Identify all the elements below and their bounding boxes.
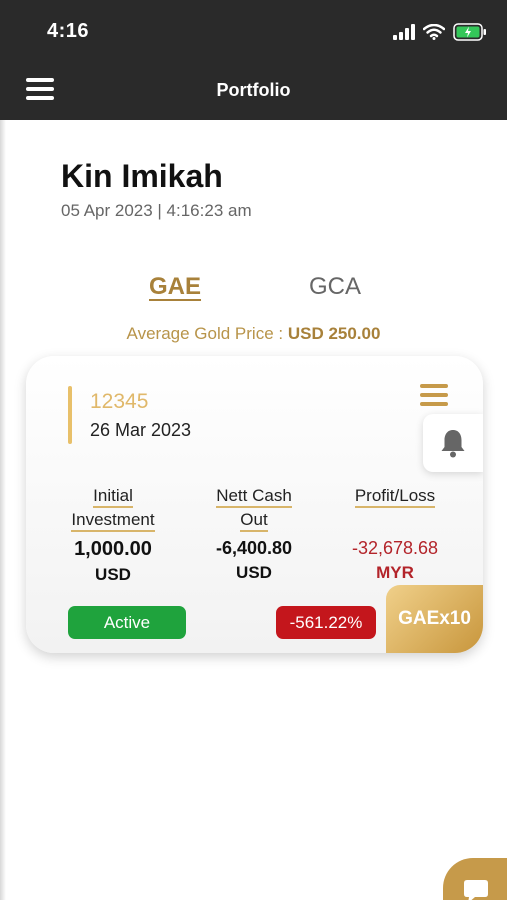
card-accent-bar — [68, 386, 72, 444]
card-menu-icon[interactable] — [420, 384, 450, 406]
percent-badge: -561.22% — [276, 606, 376, 639]
tab-gca[interactable]: GCA — [309, 273, 361, 301]
profit-loss-currency: MYR — [376, 563, 414, 582]
initial-investment-label-1: Initial — [93, 485, 133, 508]
profit-loss-label: Profit/Loss — [354, 485, 436, 508]
status-time: 4:16 — [47, 20, 90, 42]
initial-investment-value: 1,000.00 — [74, 538, 152, 560]
status-active-button[interactable]: Active — [68, 606, 186, 639]
nett-cash-out-label-1: Nett Cash — [216, 485, 292, 508]
user-name: Kin Imikah — [61, 158, 223, 194]
nett-cash-out: Nett Cash Out -6,400.80 USD — [194, 484, 314, 583]
nett-cash-out-label-2: Out — [240, 509, 268, 532]
nett-cash-out-value: -6,400.80 — [215, 538, 293, 558]
wifi-icon — [423, 24, 445, 40]
left-edge — [0, 120, 6, 900]
bell-icon — [441, 430, 465, 458]
chat-button[interactable] — [443, 858, 507, 900]
average-price-value: USD 250.00 — [287, 324, 381, 343]
average-price-label: Average Gold Price : — [126, 324, 284, 343]
initial-investment-currency: USD — [95, 565, 131, 584]
profit-loss: Profit/Loss -32,678.68 MYR — [335, 484, 455, 583]
status-icons — [393, 22, 487, 42]
top-bar: 4:16 Portfolio — [0, 0, 507, 120]
battery-icon — [453, 23, 486, 41]
bell-button[interactable] — [423, 414, 483, 472]
chat-icon — [464, 880, 488, 900]
account-date: 26 Mar 2023 — [90, 420, 192, 440]
page-title: Portfolio — [216, 80, 291, 100]
account-number: 12345 — [90, 390, 149, 413]
product-tag: GAEx10 — [386, 585, 483, 653]
tab-gae[interactable]: GAE — [149, 273, 201, 301]
signal-icon — [393, 24, 415, 40]
initial-investment-label-2: Investment — [71, 509, 155, 532]
initial-investment: Initial Investment 1,000.00 USD — [53, 484, 173, 585]
portfolio-card[interactable]: 12345 26 Mar 2023 Initial Investment 1,0… — [26, 356, 483, 653]
timestamp: 05 Apr 2023 | 4:16:23 am — [61, 201, 252, 220]
nett-cash-out-currency: USD — [236, 563, 272, 582]
average-gold-price: Average Gold Price : USD 250.00 — [0, 324, 507, 344]
profit-loss-value: -32,678.68 — [351, 538, 439, 558]
